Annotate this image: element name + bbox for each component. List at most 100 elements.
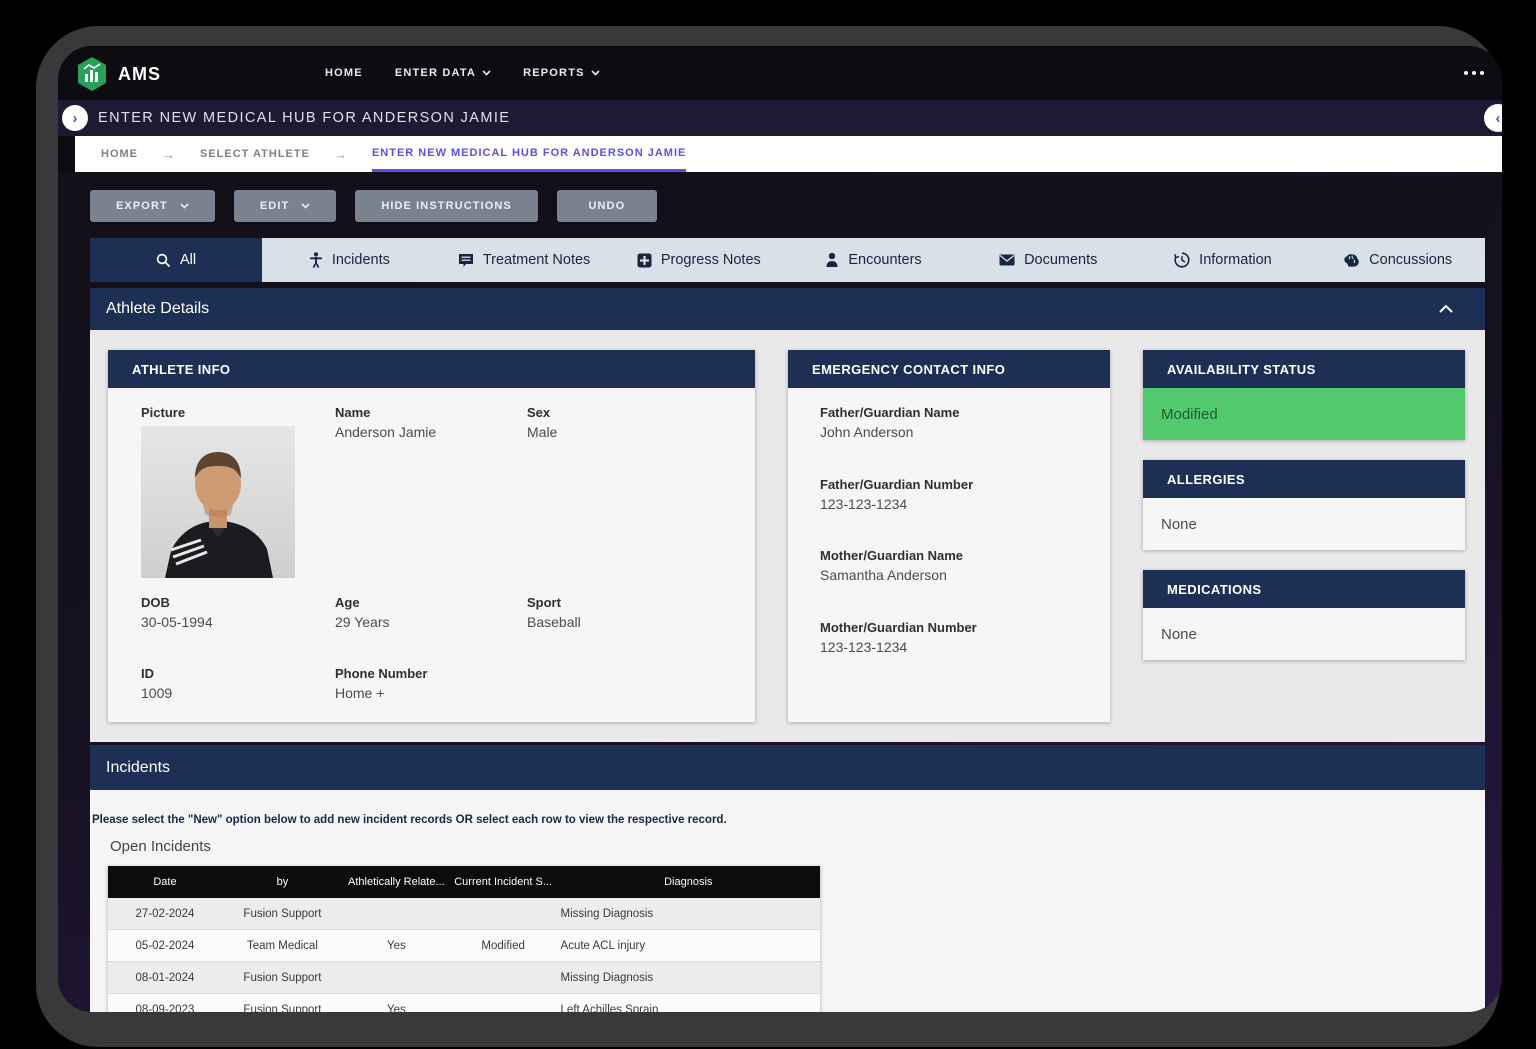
father-name-value: John Anderson [820,424,959,440]
dob-value: 30-05-1994 [141,614,213,630]
mother-name-label: Mother/Guardian Name [820,548,963,563]
emergency-contact-card: EMERGENCY CONTACT INFO Father/Guardian N… [788,350,1110,722]
phone-value: Home + [335,685,427,701]
name-value: Anderson Jamie [335,424,436,440]
chevron-down-icon [301,203,310,209]
father-name-label: Father/Guardian Name [820,405,959,420]
incidents-body: Please select the "New" option below to … [90,790,1485,1012]
chevron-down-icon [482,70,491,76]
nav-item-home[interactable]: HOME [325,67,363,79]
expand-chevron-button[interactable]: › [62,105,88,131]
sport-label: Sport [527,595,581,610]
export-button[interactable]: EXPORT [90,190,215,222]
col-diagnosis: Diagnosis [557,876,820,888]
father-number-value: 123-123-1234 [820,496,973,512]
content-area: EXPORT EDIT HIDE INSTRUCTIONS UNDO [58,172,1502,1012]
table-row[interactable]: 08-01-2024 Fusion Support Missing Diagno… [108,962,820,994]
medications-card-title: MEDICATIONS [1143,570,1465,608]
col-current-status: Current Incident S... [450,876,557,888]
table-row[interactable]: 05-02-2024 Team Medical Yes Modified Acu… [108,930,820,962]
brand-name: AMS [118,64,161,85]
table-row[interactable]: 08-09-2023 Fusion Support Yes Left Achil… [108,994,820,1012]
note-bubble-icon [458,253,474,268]
incidents-header: Incidents [90,745,1485,790]
sex-value: Male [527,424,557,440]
allergies-card-title: ALLERGIES [1143,460,1465,498]
collapse-section-button[interactable] [1439,305,1453,313]
page-title-bar: › ENTER NEW MEDICAL HUB FOR ANDERSON JAM… [58,100,1502,136]
tab-information[interactable]: Information [1136,238,1311,282]
page-title: ENTER NEW MEDICAL HUB FOR ANDERSON JAMIE [98,110,510,126]
col-date: Date [108,876,222,888]
open-incidents-title: Open Incidents [110,838,211,855]
device-frame: AMS HOME ENTER DATA REPORTS › ENTER NE [36,26,1500,1047]
tab-treatment-notes[interactable]: Treatment Notes [437,238,612,282]
id-value: 1009 [141,685,172,701]
age-label: Age [335,595,390,610]
table-header-row: Date by Athletically Relate... Current I… [108,866,820,898]
edit-button[interactable]: EDIT [234,190,336,222]
col-by: by [222,876,343,888]
breadcrumb-arrow: → [334,136,348,172]
athlete-details-body: ATHLETE INFO Picture [90,330,1485,742]
ams-logo: AMS [76,56,161,92]
availability-status-badge: Modified [1143,388,1465,440]
phone-label: Phone Number [335,666,427,681]
availability-card-title: AVAILABILITY STATUS [1143,350,1465,388]
top-nav: AMS HOME ENTER DATA REPORTS [58,46,1502,100]
history-clock-icon [1174,252,1190,268]
section-title: Incidents [106,759,170,777]
col-athletically-related: Athletically Relate... [343,876,450,888]
mother-name-value: Samantha Anderson [820,567,963,583]
medications-value: None [1143,608,1465,660]
search-icon [156,253,171,268]
body-icon [309,252,323,268]
add-box-icon [637,253,652,268]
collapse-chevron-button[interactable]: ‹ [1484,104,1502,132]
tab-documents[interactable]: Documents [961,238,1136,282]
mother-number-label: Mother/Guardian Number [820,620,977,635]
incidents-instruction: Please select the "New" option below to … [92,814,727,826]
availability-status-card: AVAILABILITY STATUS Modified [1143,350,1465,440]
overflow-menu-icon[interactable] [1464,71,1484,75]
person-icon [825,252,839,268]
dob-label: DOB [141,595,213,610]
chevron-up-icon [1439,305,1453,313]
name-label: Name [335,405,436,420]
allergies-value: None [1143,498,1465,550]
athlete-photo [141,426,295,578]
breadcrumb-select-athlete[interactable]: SELECT ATHLETE [200,136,310,172]
chevron-down-icon [180,203,189,209]
hide-instructions-button[interactable]: HIDE INSTRUCTIONS [355,190,538,222]
main-nav: HOME ENTER DATA REPORTS [325,46,600,100]
section-title: Athlete Details [106,300,209,318]
nav-item-enter-data[interactable]: ENTER DATA [395,67,491,79]
id-label: ID [141,666,172,681]
picture-label: Picture [141,405,295,420]
emergency-card-title: EMERGENCY CONTACT INFO [788,350,1110,388]
tab-progress-notes[interactable]: Progress Notes [611,238,786,282]
ams-logo-icon [76,56,108,92]
table-row[interactable]: 27-02-2024 Fusion Support Missing Diagno… [108,898,820,930]
undo-button[interactable]: UNDO [557,190,657,222]
envelope-icon [999,254,1015,266]
brain-icon [1343,253,1360,268]
tab-encounters[interactable]: Encounters [786,238,961,282]
breadcrumb-current[interactable]: ENTER NEW MEDICAL HUB FOR ANDERSON JAMIE [372,136,686,172]
tab-concussions[interactable]: Concussions [1310,238,1485,282]
open-incidents-table: Date by Athletically Relate... Current I… [108,866,820,1012]
athlete-details-header: Athlete Details [90,288,1485,330]
tab-bar: All Incidents [90,238,1485,282]
father-number-label: Father/Guardian Number [820,477,973,492]
athlete-info-card: ATHLETE INFO Picture [108,350,755,722]
sex-label: Sex [527,405,557,420]
breadcrumb-arrow: → [162,136,176,172]
nav-item-reports[interactable]: REPORTS [523,67,600,79]
allergies-card: ALLERGIES None [1143,460,1465,550]
breadcrumb-home[interactable]: HOME [101,136,138,172]
tab-all[interactable]: All [90,238,262,282]
tab-incidents[interactable]: Incidents [262,238,437,282]
mother-number-value: 123-123-1234 [820,639,977,655]
chevron-down-icon [591,70,600,76]
toolbar: EXPORT EDIT HIDE INSTRUCTIONS UNDO [90,190,657,222]
